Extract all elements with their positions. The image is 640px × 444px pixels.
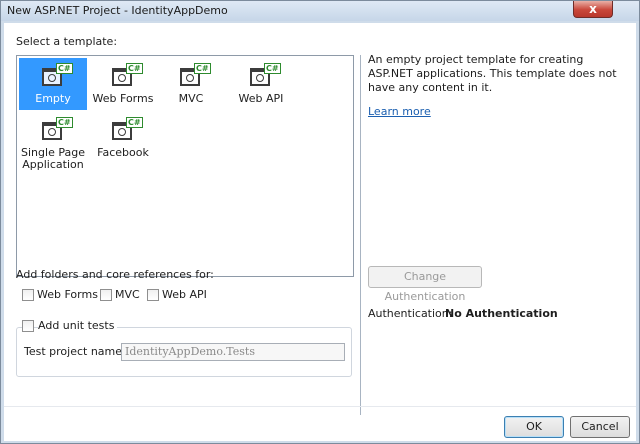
web-project-icon: C# bbox=[40, 63, 73, 89]
learn-more-link[interactable]: Learn more bbox=[368, 105, 431, 118]
close-icon: x bbox=[589, 2, 597, 16]
close-button[interactable]: x bbox=[573, 1, 613, 18]
dialog-window: New ASP.NET Project - IdentityAppDemo x … bbox=[0, 0, 640, 444]
template-label: Web Forms bbox=[92, 92, 154, 105]
web-project-icon: C# bbox=[110, 117, 143, 143]
web-api-checkbox-label: Web API bbox=[162, 288, 207, 301]
template-mvc[interactable]: C# MVC bbox=[157, 58, 225, 110]
template-list: C# Empty C# Web Forms C# MVC C# Web API … bbox=[16, 55, 354, 277]
template-label: Empty bbox=[35, 92, 71, 105]
template-description: An empty project template for creating A… bbox=[368, 53, 617, 94]
web-api-checkbox[interactable] bbox=[147, 289, 159, 301]
window-title: New ASP.NET Project - IdentityAppDemo bbox=[7, 4, 228, 17]
authentication-value: No Authentication bbox=[445, 307, 558, 320]
ok-button[interactable]: OK bbox=[504, 416, 564, 438]
dialog-client-area: Select a template: C# Empty C# Web Forms… bbox=[4, 23, 636, 441]
template-empty[interactable]: C# Empty bbox=[19, 58, 87, 110]
pane-divider bbox=[360, 55, 361, 415]
template-single-page-application[interactable]: C# Single Page Application bbox=[19, 112, 87, 176]
template-label: Web API bbox=[238, 92, 284, 105]
title-bar: New ASP.NET Project - IdentityAppDemo x bbox=[1, 1, 639, 21]
cancel-button[interactable]: Cancel bbox=[570, 416, 630, 438]
web-project-icon: C# bbox=[178, 63, 211, 89]
test-project-name-label: Test project name: bbox=[24, 345, 126, 358]
template-label: MVC bbox=[178, 92, 204, 105]
folders-heading: Add folders and core references for: bbox=[16, 268, 214, 281]
web-forms-checkbox[interactable] bbox=[22, 289, 34, 301]
template-label: Facebook bbox=[97, 146, 149, 159]
template-web-api[interactable]: C# Web API bbox=[227, 58, 295, 110]
web-forms-checkbox-label: Web Forms bbox=[37, 288, 98, 301]
template-facebook[interactable]: C# Facebook bbox=[89, 112, 157, 164]
select-template-heading: Select a template: bbox=[16, 35, 118, 48]
mvc-checkbox-label: MVC bbox=[115, 288, 140, 301]
test-project-name-input[interactable]: IdentityAppDemo.Tests bbox=[121, 343, 345, 361]
footer-separator bbox=[4, 406, 636, 407]
add-unit-tests-checkbox[interactable] bbox=[22, 320, 34, 332]
change-authentication-button[interactable]: Change Authentication bbox=[368, 266, 482, 303]
web-project-icon: C# bbox=[248, 63, 281, 89]
web-project-icon: C# bbox=[110, 63, 143, 89]
template-label: Single Page Application bbox=[21, 146, 85, 171]
web-project-icon: C# bbox=[40, 117, 73, 143]
authentication-label: Authentication: bbox=[368, 307, 453, 320]
mvc-checkbox[interactable] bbox=[100, 289, 112, 301]
template-web-forms[interactable]: C# Web Forms bbox=[89, 58, 157, 110]
add-unit-tests-label: Add unit tests bbox=[38, 319, 118, 332]
